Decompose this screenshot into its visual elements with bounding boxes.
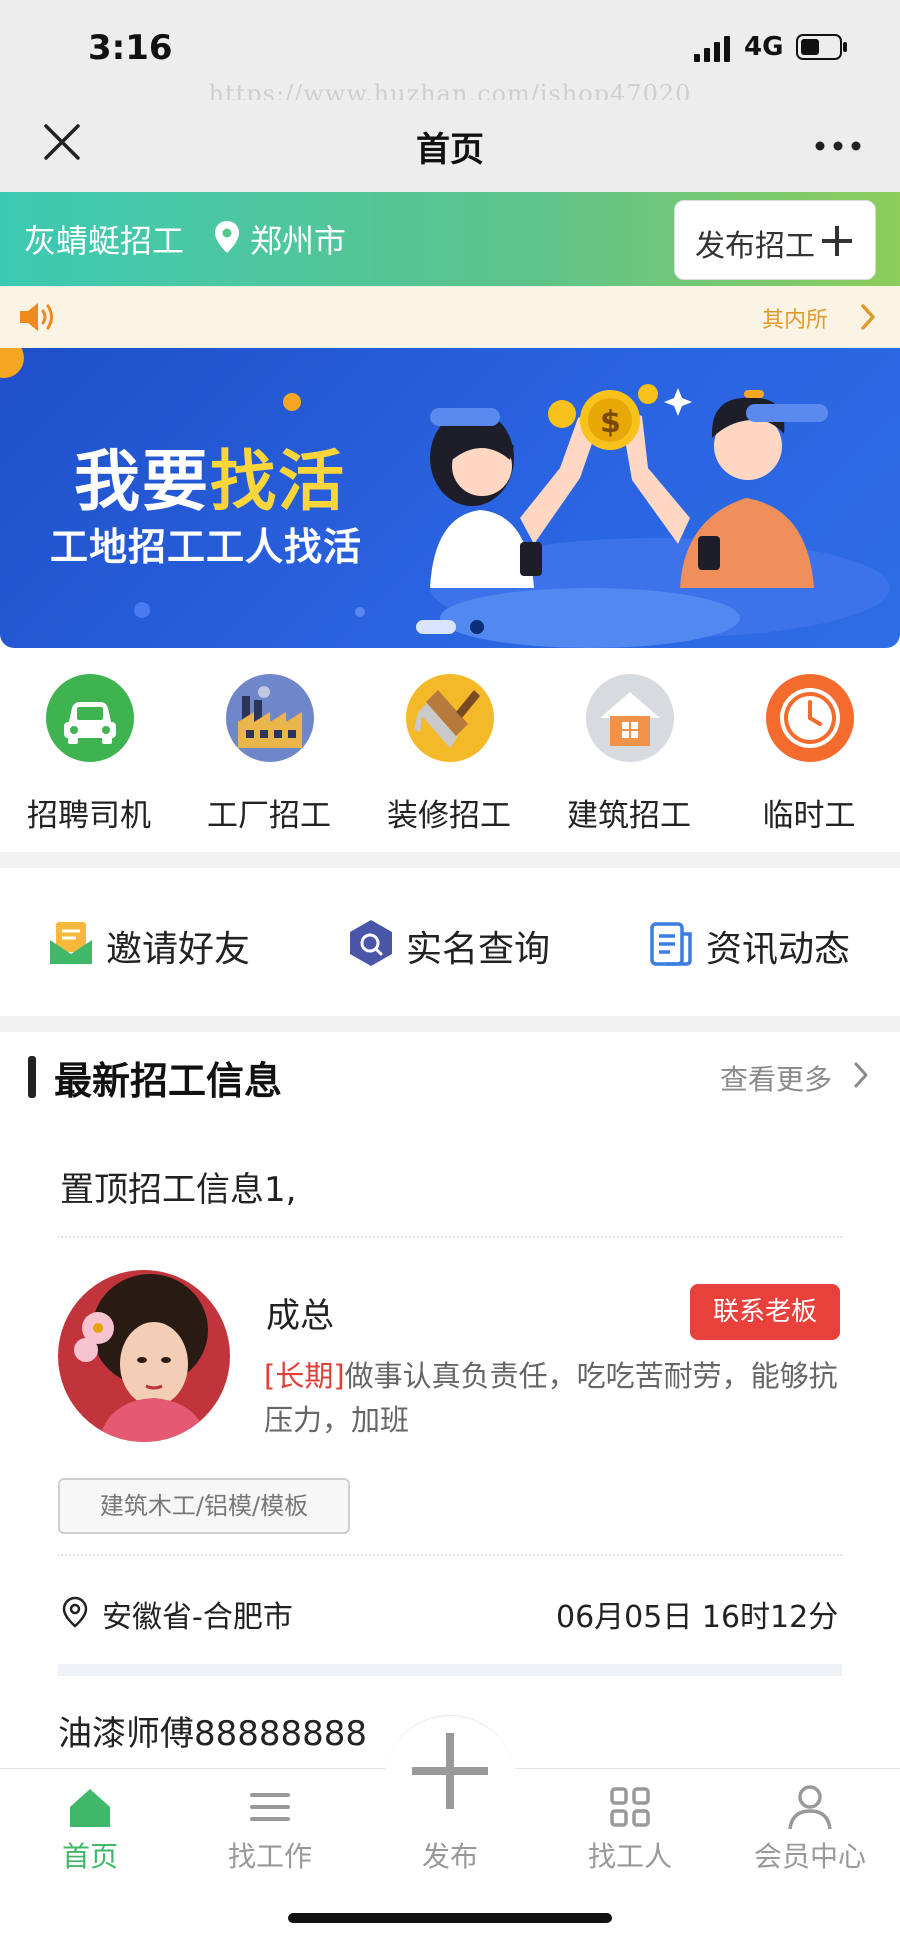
shield-search-icon <box>350 920 392 966</box>
job-term: [长期] <box>264 1359 345 1393</box>
job-description: [长期]做事认真负责任，吃吃苦耐劳，能够抗压力，加班 <box>264 1354 848 1442</box>
page-title: 首页 <box>416 130 484 170</box>
clock-icon <box>766 674 854 762</box>
notice-text: 其内所 <box>762 308 829 333</box>
notice-bar[interactable]: 其内所 <box>0 286 900 348</box>
tab-label: 首页 <box>61 1840 118 1873</box>
job-location: 安徽省-合肥市 <box>102 1600 293 1635</box>
tab-member-center[interactable]: 会员中心 <box>720 1783 900 1883</box>
grid-icon <box>610 1787 650 1827</box>
tab-label: 找工人 <box>587 1840 672 1873</box>
signal-icon <box>694 36 730 62</box>
job-posted-time: 06月05日 16时12分 <box>556 1600 839 1635</box>
promo-banner[interactable]: 我要找活 工地招工工人找活 $ <box>0 348 900 648</box>
speaker-icon <box>20 303 53 331</box>
chevron-right-icon <box>861 304 875 330</box>
job-description-text: 做事认真负责任，吃吃苦耐劳，能够抗压力，加班 <box>264 1359 838 1437</box>
factory-icon <box>226 674 314 762</box>
quick-link-label: 资讯动态 <box>706 929 851 970</box>
pinned-job[interactable]: 置顶招工信息1, <box>60 1162 296 1211</box>
car-icon <box>46 674 134 762</box>
quick-link-label: 实名查询 <box>406 929 551 970</box>
carousel-dot[interactable] <box>470 620 484 634</box>
location-icon[interactable] <box>214 220 240 254</box>
avatar-image <box>58 1270 230 1442</box>
category-driver[interactable]: 招聘司机 <box>14 672 164 834</box>
post-job-button[interactable]: 发布招工 <box>674 200 876 280</box>
network-label: 4G <box>744 32 784 62</box>
banner-subtitle: 工地招工工人找活 <box>50 525 363 569</box>
category-temporary[interactable]: 临时工 <box>734 672 884 834</box>
section-gap <box>0 852 900 868</box>
document-icon <box>650 922 692 966</box>
category-label: 工厂招工 <box>207 798 331 834</box>
house-icon <box>586 674 674 762</box>
category-grid: 招聘司机 工厂招工 装修招工 建筑招工 临时工 <box>0 648 900 852</box>
banner-title: 我要找活 <box>74 428 346 524</box>
plus-icon <box>822 226 852 256</box>
contact-boss-button[interactable]: 联系老板 <box>690 1284 840 1340</box>
home-icon <box>70 1789 110 1827</box>
category-label: 招聘司机 <box>27 798 151 834</box>
tab-label: 会员中心 <box>753 1840 866 1873</box>
location-pin-icon <box>62 1596 88 1628</box>
latest-jobs-section: 最新招工信息 查看更多 置顶招工信息1, 成总 联系老板 [长期]做事认真负责任… <box>0 1032 900 1768</box>
nav-bar: 首页 <box>0 100 900 192</box>
divider <box>58 1236 842 1238</box>
envelope-icon <box>50 922 92 964</box>
tab-home[interactable]: 首页 <box>0 1783 180 1883</box>
more-icon[interactable] <box>812 126 864 166</box>
post-job-label: 发布招工 <box>695 229 815 264</box>
bottom-tab-bar: 首页 找工作 发布 找工人 会员中心 <box>0 1715 900 1948</box>
top-header: 灰蜻蜓招工 郑州市 发布招工 <box>0 192 900 286</box>
home-indicator <box>288 1913 612 1923</box>
category-label: 装修招工 <box>387 798 511 834</box>
section-gap <box>0 1016 900 1032</box>
card-separator <box>58 1664 842 1676</box>
category-factory[interactable]: 工厂招工 <box>194 672 344 834</box>
brand-name: 灰蜻蜓招工 <box>24 222 185 260</box>
category-decoration[interactable]: 装修招工 <box>374 672 524 834</box>
banner-title-highlight: 找活 <box>210 443 346 520</box>
brush-icon <box>406 674 494 762</box>
category-construction[interactable]: 建筑招工 <box>554 672 704 834</box>
section-marker <box>28 1056 36 1098</box>
divider <box>58 1554 842 1556</box>
chevron-right-icon[interactable] <box>852 1060 870 1090</box>
list-icon <box>250 1793 290 1821</box>
tab-label: 发布 <box>421 1840 478 1873</box>
see-more-link[interactable]: 查看更多 <box>720 1058 832 1098</box>
status-time: 3:16 <box>88 28 173 68</box>
next-job-title[interactable]: 油漆师傅88888888 <box>58 1706 367 1755</box>
category-label: 临时工 <box>762 798 856 834</box>
svg-text:$: $ <box>600 405 621 440</box>
banner-title-part1: 我要 <box>74 443 210 520</box>
job-tag: 建筑木工/铝模/模板 <box>58 1478 350 1534</box>
city-selector[interactable]: 郑州市 <box>250 216 346 262</box>
tab-find-job[interactable]: 找工作 <box>180 1783 360 1883</box>
carousel-dot-active[interactable] <box>416 620 456 634</box>
section-title: 最新招工信息 <box>54 1059 283 1103</box>
battery-icon <box>796 34 847 60</box>
avatar[interactable] <box>58 1270 230 1442</box>
banner-illustration: $ <box>430 384 890 648</box>
tab-find-workers[interactable]: 找工人 <box>540 1783 720 1883</box>
quick-links: 邀请好友 实名查询 资讯动态 <box>0 868 900 1016</box>
boss-name: 成总 <box>266 1296 334 1336</box>
user-icon <box>788 1785 832 1830</box>
tab-label: 找工作 <box>227 1840 312 1873</box>
category-label: 建筑招工 <box>567 798 691 834</box>
plus-icon[interactable] <box>408 1729 492 1813</box>
quick-link-label: 邀请好友 <box>106 929 251 970</box>
